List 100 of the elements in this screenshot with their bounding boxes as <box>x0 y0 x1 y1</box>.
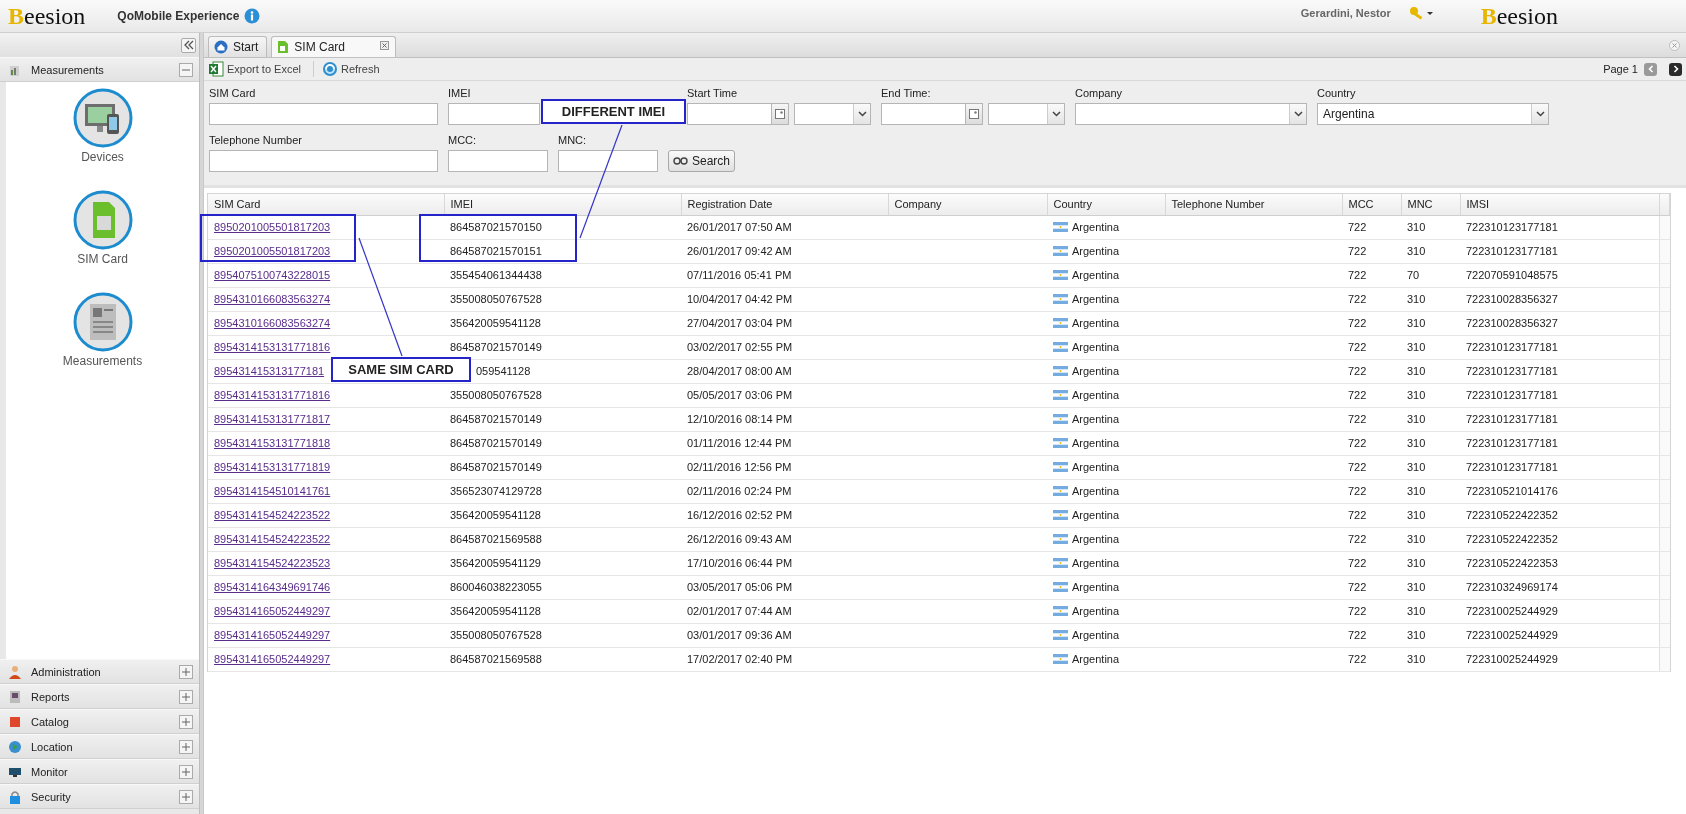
search-button[interactable]: Search <box>668 150 736 172</box>
table-cell: 70 <box>1401 263 1460 287</box>
caret-icon <box>1051 111 1061 117</box>
table-cell: 722070591048575 <box>1460 263 1659 287</box>
sim-card-link[interactable]: 8954314153131771818 <box>214 437 331 449</box>
previous-page-button[interactable] <box>1644 62 1657 76</box>
sidebar-item[interactable]: Devices <box>81 150 124 164</box>
sim-card-icon[interactable] <box>72 190 133 250</box>
binoculars-icon <box>673 156 689 166</box>
sidebar-item[interactable]: Measurements <box>62 354 143 368</box>
date-field[interactable] <box>687 103 771 125</box>
text-field[interactable] <box>558 150 658 172</box>
sim-card-link[interactable]: 8954314153131771817 <box>214 413 331 425</box>
calendar-icon <box>969 109 979 119</box>
column-header[interactable]: IMSI <box>1460 194 1659 215</box>
flag-icon <box>1053 605 1068 616</box>
expand-icon[interactable] <box>179 764 193 779</box>
column-header[interactable]: MNC <box>1401 194 1460 215</box>
text-field[interactable] <box>448 103 540 125</box>
sim-card-link[interactable]: 8954314154524223523 <box>214 557 331 569</box>
sidebar-section-header[interactable]: Security <box>0 784 199 809</box>
column-header[interactable]: Telephone Number <box>1165 194 1342 215</box>
column-header[interactable]: MCC <box>1342 194 1401 215</box>
calendar-button[interactable] <box>965 103 983 125</box>
expand-icon[interactable] <box>179 714 193 729</box>
tab[interactable]: SIM Card <box>271 36 397 57</box>
sim-card-link[interactable]: 8954314153131771819 <box>214 461 331 473</box>
sidebar-section-header[interactable]: Measurements <box>0 57 199 82</box>
sidebar-section-header[interactable]: Administration <box>0 659 199 684</box>
dropdown[interactable] <box>1075 103 1307 125</box>
caret-icon <box>1535 111 1545 117</box>
info-icon[interactable] <box>244 8 261 24</box>
expand-icon[interactable] <box>179 739 193 754</box>
sim-card-link[interactable]: 8954314165052449297 <box>214 653 331 665</box>
table-cell: 864587021570149 <box>444 455 681 479</box>
sim-card-link[interactable]: 8954314154510141761 <box>214 485 331 497</box>
sim-card-link[interactable]: 8954310166083563274 <box>214 317 331 329</box>
collapse-sidebar-button[interactable] <box>181 37 196 53</box>
flag-icon <box>1053 269 1068 280</box>
text-field[interactable] <box>209 150 438 172</box>
tab[interactable]: Start <box>208 36 268 57</box>
table-cell: 310 <box>1401 239 1460 263</box>
document-icon[interactable] <box>72 292 133 352</box>
sidebar-section-header[interactable]: Location <box>0 734 199 759</box>
sim-card-link[interactable]: 8954075100743228015 <box>214 269 331 281</box>
column-header[interactable]: Company <box>888 194 1047 215</box>
user-name[interactable]: Gerardini, Nestor <box>1300 7 1391 19</box>
collapse-icon[interactable] <box>179 62 193 77</box>
field-label: Telephone Number <box>209 133 303 147</box>
text-field[interactable] <box>209 103 438 125</box>
sim-card-link[interactable]: 8954314165052449297 <box>214 629 331 641</box>
flag-icon <box>1053 413 1068 424</box>
expand-icon[interactable] <box>179 689 193 704</box>
time-dropdown[interactable] <box>988 103 1065 125</box>
table-cell: Argentina <box>1072 388 1120 401</box>
sidebar-section-header[interactable]: Catalog <box>0 709 199 734</box>
column-header[interactable]: Country <box>1047 194 1165 215</box>
table-cell: 10/04/2017 04:42 PM <box>681 287 888 311</box>
refresh-button[interactable]: Refresh <box>313 61 386 77</box>
sidebar-section-header[interactable]: Reports <box>0 684 199 709</box>
close-icon[interactable] <box>380 41 390 50</box>
key-menu-icon[interactable] <box>1408 6 1433 20</box>
table-cell: 02/11/2016 12:56 PM <box>681 455 888 479</box>
table-cell: 310 <box>1401 359 1460 383</box>
sidebar-item[interactable]: SIM Card <box>77 252 128 266</box>
sim-card-link[interactable]: 8954314154524223522 <box>214 509 331 521</box>
sim-card-link[interactable]: 8950201005501817203 <box>214 221 331 233</box>
table-cell: 17/10/2016 06:44 PM <box>681 551 888 575</box>
time-dropdown[interactable] <box>794 103 871 125</box>
table-cell: 722 <box>1342 407 1401 431</box>
table-cell: 355454061344438 <box>444 263 681 287</box>
date-field[interactable] <box>881 103 965 125</box>
flag-icon <box>1053 437 1068 448</box>
text-field[interactable] <box>448 150 548 172</box>
devices-icon[interactable] <box>72 88 133 148</box>
next-page-button[interactable] <box>1669 62 1682 76</box>
sim-card-link[interactable]: 8954314153131771816 <box>214 389 331 401</box>
expand-icon[interactable] <box>179 664 193 679</box>
dropdown[interactable]: Argentina <box>1317 103 1549 125</box>
sim-card-link[interactable]: 8954310166083563274 <box>214 293 331 305</box>
sim-card-link[interactable]: 895431415313177181 <box>214 365 325 377</box>
table-cell: 355008050767528 <box>444 287 681 311</box>
sim-card-link[interactable]: 8954314164349691746 <box>214 581 331 593</box>
export-button[interactable]: Export to Excel <box>208 61 307 77</box>
table-cell: 722 <box>1342 263 1401 287</box>
column-header[interactable]: SIM Card <box>208 194 444 215</box>
calendar-button[interactable] <box>771 103 789 125</box>
sim-card-link[interactable]: 8954314165052449297 <box>214 605 331 617</box>
column-header[interactable]: IMEI <box>444 194 681 215</box>
expand-icon[interactable] <box>179 789 193 804</box>
sim-card-link[interactable]: 8954314153131771816 <box>214 341 331 353</box>
sidebar-section-header[interactable]: Monitor <box>0 759 199 784</box>
lock-icon <box>8 789 22 804</box>
table-cell: Argentina <box>1072 604 1120 617</box>
flag-icon <box>1053 245 1068 256</box>
column-header[interactable]: Registration Date <box>681 194 888 215</box>
sim-card-link[interactable]: 8950201005501817203 <box>214 245 331 257</box>
table-cell: 722310123177181 <box>1460 383 1659 407</box>
close-icon[interactable] <box>1669 39 1680 51</box>
sim-card-link[interactable]: 8954314154524223522 <box>214 533 331 545</box>
